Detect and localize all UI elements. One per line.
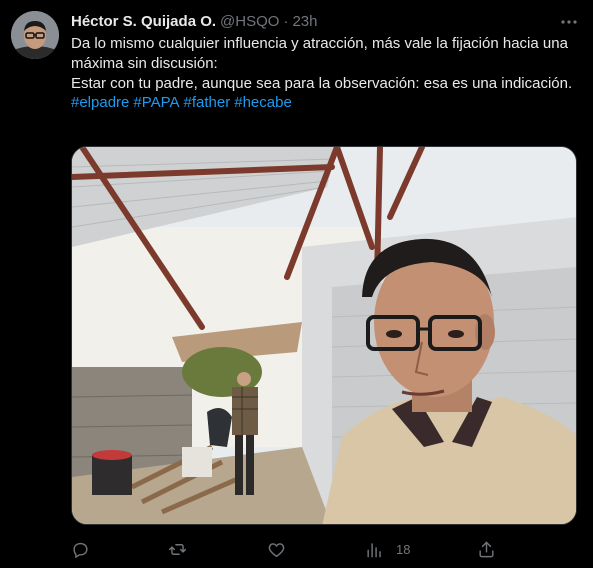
- author-handle[interactable]: @HSQO: [220, 12, 279, 32]
- separator-dot: ·: [283, 13, 289, 30]
- views-count: 18: [396, 541, 411, 557]
- hashtag-link-hecabe[interactable]: #hecabe: [234, 94, 292, 111]
- author-display-name[interactable]: Héctor S. Quijada O.: [71, 12, 216, 32]
- share-icon: [479, 541, 494, 557]
- hashtags: #elpadre #PAPA #father #hecabe: [71, 93, 579, 113]
- avatar-image: [11, 11, 59, 59]
- share-button[interactable]: [477, 538, 496, 560]
- views-chart-icon: [367, 542, 381, 557]
- tweet-timestamp[interactable]: 23h: [292, 12, 317, 32]
- selfie-photo-image: [72, 147, 576, 524]
- more-options-button[interactable]: [559, 12, 579, 32]
- tweet-photo[interactable]: [71, 146, 577, 525]
- reply-button[interactable]: [71, 538, 102, 560]
- tweet-header: Héctor S. Quijada O. @HSQO · 23h: [71, 12, 317, 32]
- hashtag-link-papa[interactable]: #PAPA: [133, 94, 179, 111]
- hashtag-link-elpadre[interactable]: #elpadre: [71, 94, 129, 111]
- heart-icon: [268, 542, 285, 557]
- hashtag-link-father[interactable]: #father: [184, 94, 231, 111]
- reply-icon: [73, 542, 88, 558]
- avatar[interactable]: [11, 11, 59, 59]
- tweet-text-line-2: Estar con tu padre, aunque sea para la o…: [71, 74, 573, 92]
- tweet-actions: 18: [71, 538, 496, 560]
- like-button[interactable]: [267, 538, 298, 560]
- tweet-text: Da lo mismo cualquier influencia y atrac…: [71, 34, 579, 113]
- tweet[interactable]: Héctor S. Quijada O. @HSQO · 23h Da lo m…: [0, 0, 593, 568]
- retweet-icon: [168, 543, 187, 555]
- more-dots-icon: [561, 20, 577, 24]
- retweet-button[interactable]: [168, 538, 199, 560]
- views-button[interactable]: 18: [365, 538, 410, 560]
- tweet-text-line-1: Da lo mismo cualquier influencia y atrac…: [71, 35, 568, 72]
